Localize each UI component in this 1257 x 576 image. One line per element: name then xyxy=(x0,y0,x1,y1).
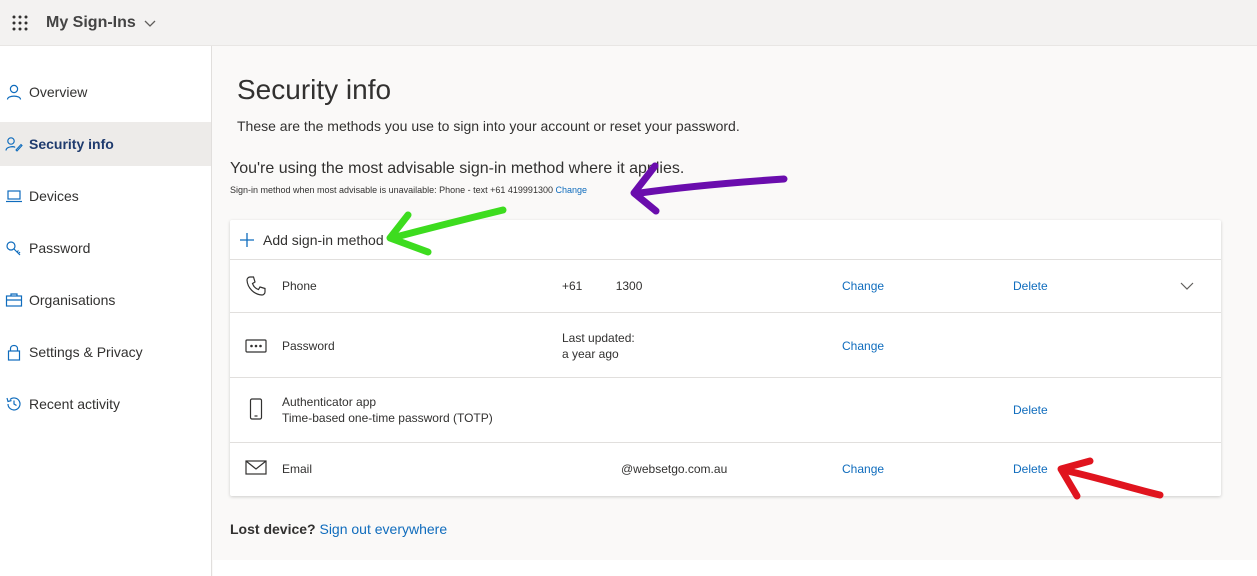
sidebar-item-settings-privacy[interactable]: Settings & Privacy xyxy=(0,330,211,374)
page-title: Security info xyxy=(237,74,392,105)
method-row-password: Password Last updated: a year ago Change xyxy=(230,313,1221,378)
method-row-email: Email @websetgo.com.au Change Delete xyxy=(230,443,1221,495)
lost-device-line: Lost device? Sign out everywhere xyxy=(230,521,447,537)
sidebar-item-devices[interactable]: Devices xyxy=(0,174,211,218)
page-description: These are the methods you use to sign in… xyxy=(237,118,740,134)
sidebar-item-password[interactable]: Password xyxy=(0,226,211,270)
email-change-link[interactable]: Change xyxy=(842,462,884,476)
method-name-line1: Authenticator app xyxy=(282,395,377,409)
default-method-line: Sign-in method when most advisable is un… xyxy=(230,185,587,195)
top-bar: My Sign-Ins xyxy=(0,0,1257,46)
lock-icon xyxy=(5,343,23,361)
app-title: My Sign-Ins xyxy=(46,13,136,31)
app-title-dropdown[interactable]: My Sign-Ins xyxy=(46,14,156,32)
sidebar-item-label: Recent activity xyxy=(29,396,121,412)
email-delete-link[interactable]: Delete xyxy=(1013,462,1048,476)
method-value-line1: Last updated: xyxy=(562,331,635,345)
add-sign-in-method-label: Add sign-in method xyxy=(263,231,384,248)
history-icon xyxy=(5,395,23,413)
sidebar: Overview Security info Devices Password … xyxy=(0,46,212,576)
method-value-line2: a year ago xyxy=(562,347,619,361)
chevron-down-icon[interactable] xyxy=(1180,279,1194,293)
lost-device-label: Lost device? xyxy=(230,521,316,537)
method-name: Email xyxy=(282,462,313,476)
password-dots-icon xyxy=(245,339,267,353)
method-name-line2: Time-based one-time password (TOTP) xyxy=(282,411,493,425)
person-icon xyxy=(5,83,23,101)
sidebar-item-label: Settings & Privacy xyxy=(29,344,143,360)
method-row-authenticator: Authenticator app Time-based one-time pa… xyxy=(230,378,1221,443)
authenticator-delete-link[interactable]: Delete xyxy=(1013,403,1048,417)
sidebar-item-label: Password xyxy=(29,240,91,256)
sidebar-item-label: Overview xyxy=(29,84,88,100)
mobile-phone-icon xyxy=(249,398,263,420)
default-method-text: Sign-in method when most advisable is un… xyxy=(230,185,553,195)
advisable-method-text: You're using the most advisable sign-in … xyxy=(230,160,685,177)
method-name: Phone xyxy=(282,279,317,293)
phone-delete-link[interactable]: Delete xyxy=(1013,279,1048,293)
sidebar-item-label: Devices xyxy=(29,188,79,204)
plus-icon xyxy=(240,232,254,247)
briefcase-icon xyxy=(5,291,23,309)
methods-card: Add sign-in method Phone +61 1300 Change… xyxy=(230,220,1221,496)
sidebar-item-organisations[interactable]: Organisations xyxy=(0,278,211,322)
mail-icon xyxy=(245,460,267,475)
main-content: Security info These are the methods you … xyxy=(213,46,1257,560)
sidebar-item-recent-activity[interactable]: Recent activity xyxy=(0,382,211,426)
security-info-icon xyxy=(5,135,23,153)
sign-out-everywhere-link[interactable]: Sign out everywhere xyxy=(319,521,447,537)
method-name: Password xyxy=(282,339,335,353)
method-value: +61 1300 xyxy=(562,279,643,293)
sidebar-item-label: Security info xyxy=(29,136,114,152)
sidebar-item-security-info[interactable]: Security info xyxy=(0,122,211,166)
app-launcher-icon[interactable] xyxy=(0,0,40,46)
bottom-strip xyxy=(213,560,1257,576)
password-change-link[interactable]: Change xyxy=(842,339,884,353)
default-method-change-link[interactable]: Change xyxy=(555,185,587,195)
method-row-phone: Phone +61 1300 Change Delete xyxy=(230,260,1221,313)
sidebar-item-label: Organisations xyxy=(29,292,116,308)
laptop-icon xyxy=(5,187,23,205)
key-icon xyxy=(5,239,23,257)
add-sign-in-method-button[interactable]: Add sign-in method xyxy=(230,220,1221,260)
phone-change-link[interactable]: Change xyxy=(842,279,884,293)
chevron-down-icon xyxy=(144,20,156,27)
phone-icon xyxy=(246,276,266,296)
sidebar-item-overview[interactable]: Overview xyxy=(0,70,211,114)
method-value: @websetgo.com.au xyxy=(621,462,728,476)
